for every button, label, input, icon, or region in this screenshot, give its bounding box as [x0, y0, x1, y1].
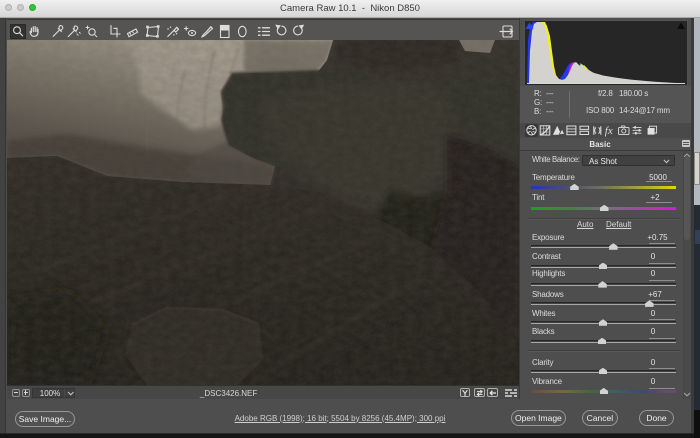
- svg-text:fx: fx: [605, 125, 613, 137]
